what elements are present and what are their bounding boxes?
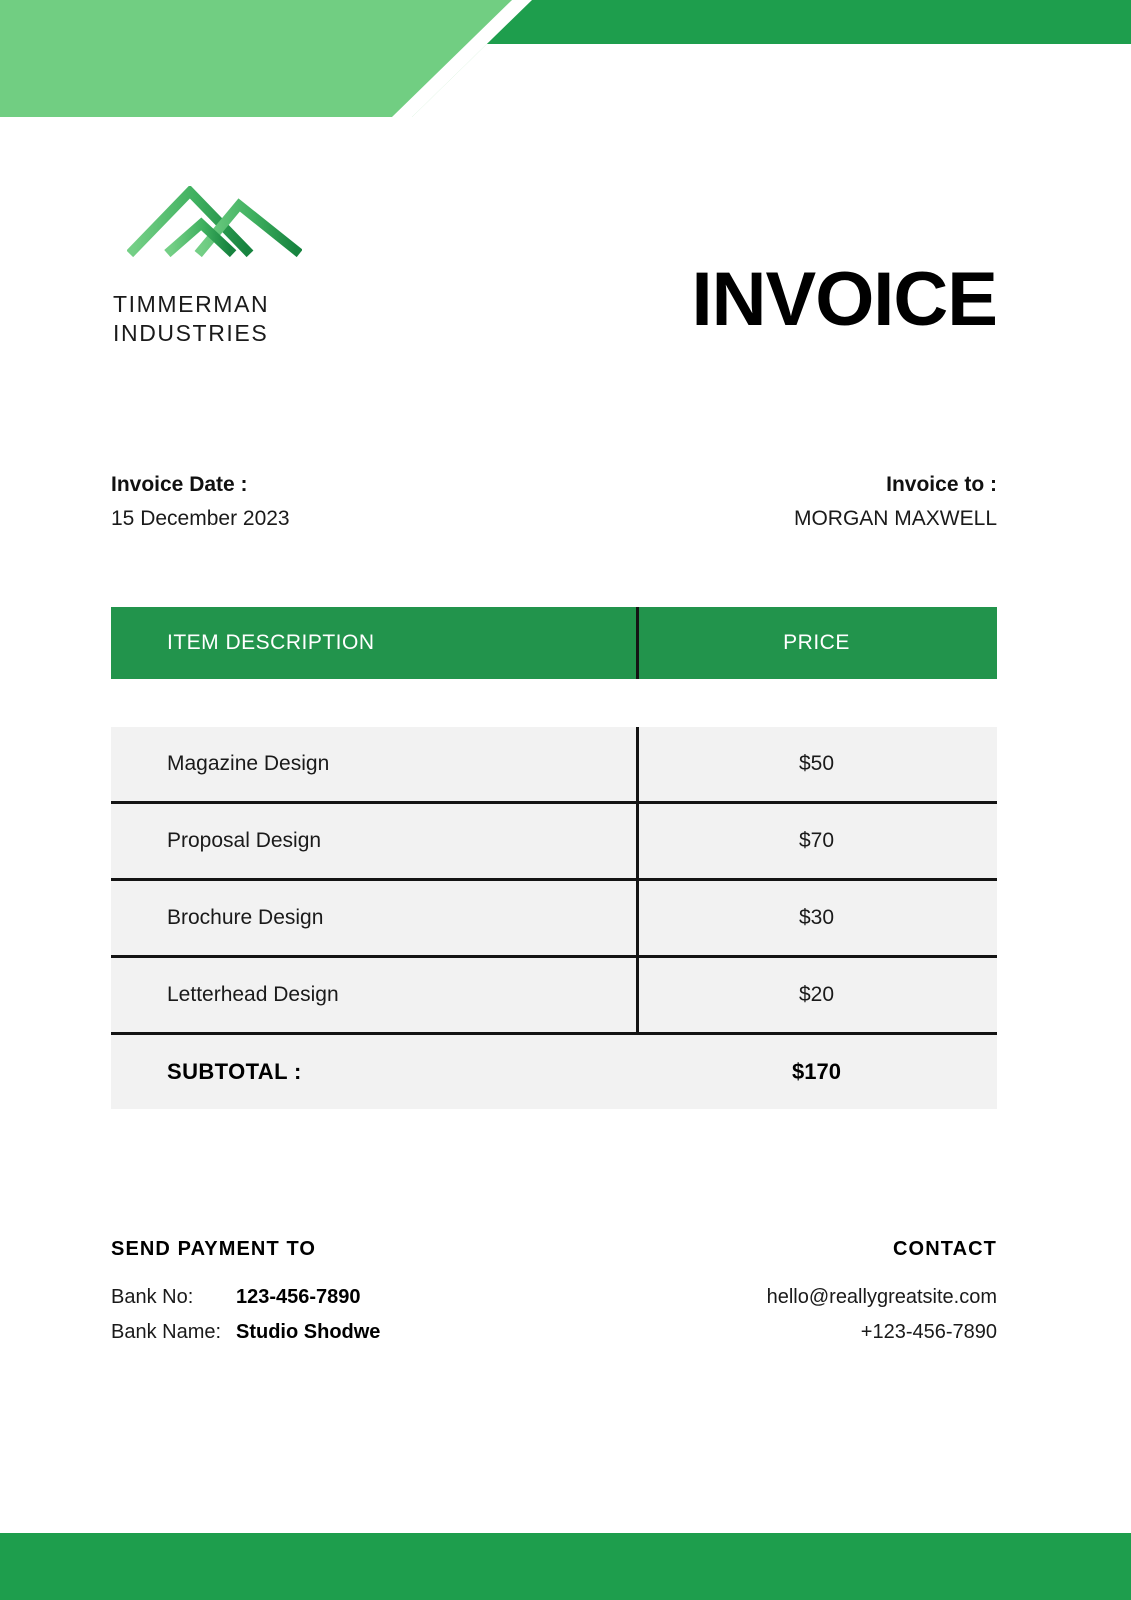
contact-block: CONTACT hello@reallygreatsite.com +123-4… [767, 1232, 997, 1349]
invoice-date-block: Invoice Date : 15 December 2023 [111, 468, 290, 536]
table-row: Proposal Design $70 [111, 804, 997, 881]
payment-details-title: SEND PAYMENT TO [111, 1238, 317, 1260]
table-row: Magazine Design $50 [111, 727, 997, 804]
table-row: Letterhead Design $20 [111, 958, 997, 1035]
row-vertical-divider [636, 958, 639, 1032]
mountain-chevron-logo-icon [127, 186, 302, 258]
brand-block: TIMMERMAN INDUSTRIES [111, 186, 371, 348]
table-row: Brochure Design $30 [111, 881, 997, 958]
column-header-description: ITEM DESCRIPTION [167, 631, 375, 654]
bank-no-label: Bank No: [111, 1286, 194, 1309]
subtotal-value: $170 [792, 1059, 841, 1084]
bank-no-line: Bank No: 123-456-7890 [111, 1280, 380, 1314]
contact-phone[interactable]: +123-456-7890 [767, 1315, 997, 1349]
subtotal-row: SUBTOTAL : $170 [111, 1035, 997, 1109]
invoice-meta: Invoice Date : 15 December 2023 Invoice … [111, 468, 997, 536]
row-vertical-divider [636, 727, 639, 801]
row-vertical-divider [636, 804, 639, 878]
table-header-vertical-divider [636, 607, 639, 679]
banner-light-green-shape [0, 0, 532, 117]
invoice-header: TIMMERMAN INDUSTRIES INVOICE [111, 186, 998, 356]
brand-name: TIMMERMAN INDUSTRIES [113, 291, 270, 346]
cell-price: $20 [798, 983, 835, 1006]
bank-no-value: 123-456-7890 [236, 1286, 361, 1309]
cell-price: $50 [798, 752, 835, 775]
cell-description: Proposal Design [167, 829, 322, 852]
cell-description: Magazine Design [167, 752, 330, 775]
bottom-banner-decoration [0, 1533, 1131, 1600]
banner-dark-green-shape [473, 0, 1131, 44]
subtotal-label: SUBTOTAL : [167, 1059, 302, 1084]
invoice-footer: SEND PAYMENT TO Bank No: 123-456-7890 Ba… [111, 1232, 997, 1349]
row-vertical-divider [636, 881, 639, 955]
table-header-row: ITEM DESCRIPTION PRICE [111, 607, 997, 679]
invoice-date-label: Invoice Date : [111, 473, 248, 496]
banner-white-notch [392, 0, 532, 117]
invoice-to-value: MORGAN MAXWELL [793, 507, 997, 531]
bank-name-value: Studio Shodwe [236, 1320, 381, 1343]
contact-title: CONTACT [893, 1238, 997, 1260]
page-title: INVOICE [691, 257, 998, 342]
bank-name-line: Bank Name: Studio Shodwe [111, 1315, 380, 1349]
cell-description: Letterhead Design [167, 983, 339, 1006]
invoice-to-block: Invoice to : MORGAN MAXWELL [794, 468, 997, 536]
invoice-table: ITEM DESCRIPTION PRICE Magazine Design $… [111, 607, 997, 1109]
table-body: Magazine Design $50 Proposal Design $70 … [111, 727, 997, 1109]
invoice-date-value: 15 December 2023 [111, 507, 290, 531]
payment-details-block: SEND PAYMENT TO Bank No: 123-456-7890 Ba… [111, 1232, 380, 1349]
contact-email[interactable]: hello@reallygreatsite.com [767, 1280, 997, 1314]
column-header-price: PRICE [783, 631, 850, 654]
cell-description: Brochure Design [167, 906, 324, 929]
cell-price: $30 [798, 906, 835, 929]
cell-price: $70 [798, 829, 835, 852]
top-banner-decoration [0, 0, 1131, 117]
bank-name-label: Bank Name: [111, 1320, 222, 1343]
invoice-to-label: Invoice to : [886, 473, 997, 496]
